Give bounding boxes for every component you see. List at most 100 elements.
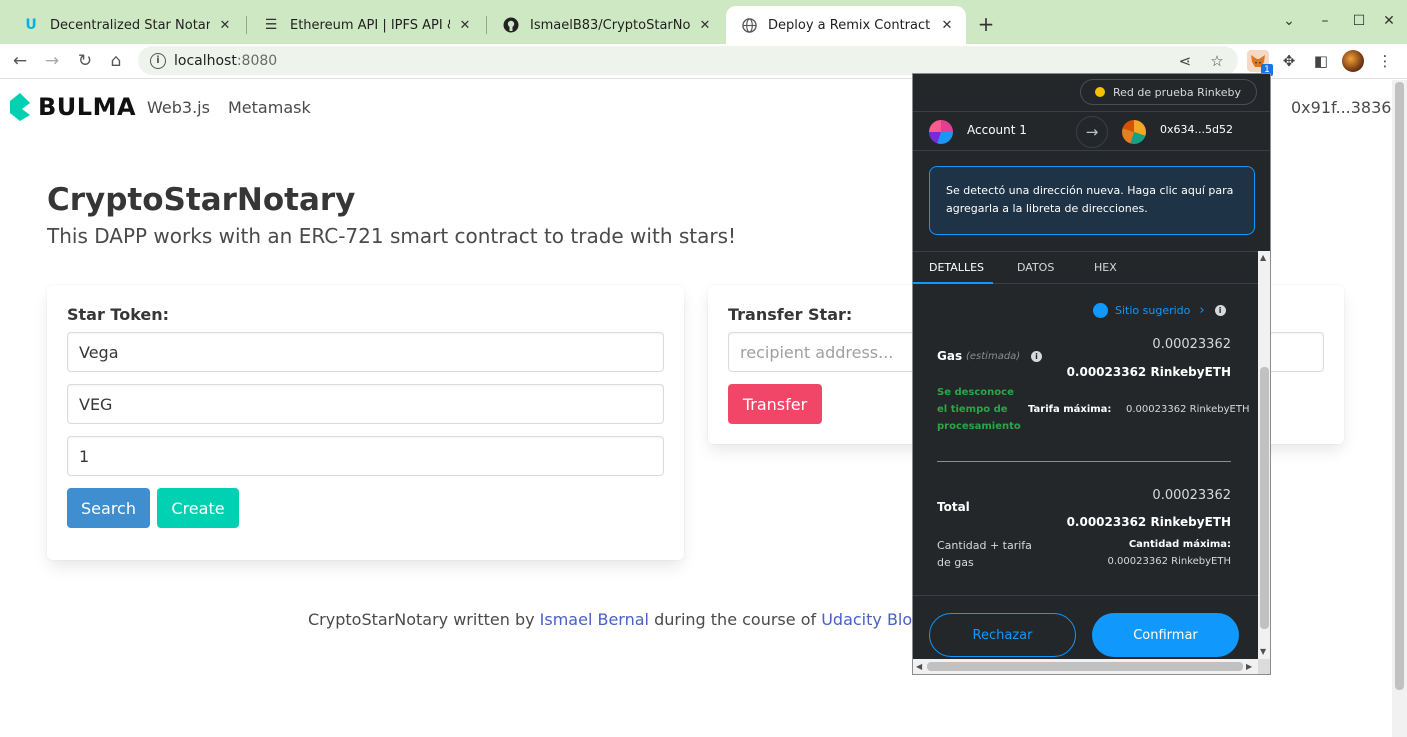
url-port: :8080 bbox=[236, 52, 278, 69]
total-value: 0.00023362 bbox=[1152, 488, 1231, 503]
account-transfer-row: Account 1 → 0x634...5d52 bbox=[913, 111, 1270, 151]
udacity-icon: U bbox=[25, 17, 37, 33]
gas-estimated-label: (estimada) bbox=[966, 351, 1021, 362]
transfer-star-label: Transfer Star: bbox=[728, 305, 853, 324]
site-info-icon[interactable]: i bbox=[150, 52, 166, 69]
processing-time-line-1: Se desconoce bbox=[937, 387, 1014, 398]
globe-icon bbox=[1093, 303, 1108, 318]
close-icon[interactable]: ✕ bbox=[696, 16, 714, 34]
footer-divider bbox=[913, 595, 1258, 596]
info-icon[interactable]: i bbox=[1214, 305, 1226, 316]
popup-vertical-scrollbar[interactable]: ▲ ▼ bbox=[1258, 251, 1270, 659]
page-subtitle: This DAPP works with an ERC-721 smart co… bbox=[47, 224, 737, 248]
network-status-icon bbox=[1095, 87, 1105, 97]
new-address-notice[interactable]: Se detectó una dirección nueva. Haga cli… bbox=[929, 166, 1255, 235]
github-icon bbox=[502, 16, 520, 34]
side-panel-icon[interactable]: ◧ bbox=[1310, 50, 1332, 72]
scroll-right-icon[interactable]: ▶ bbox=[1246, 662, 1252, 671]
maximize-icon[interactable]: ☐ bbox=[1348, 10, 1370, 32]
processing-time-line-2: el tiempo de bbox=[937, 404, 1008, 415]
bulma-logo[interactable]: BULMA bbox=[10, 93, 136, 121]
max-fee-label: Tarifa máxima: bbox=[1028, 404, 1112, 415]
tab-remix-active[interactable]: Deploy a Remix Contract ✕ bbox=[726, 6, 966, 44]
amount-plus-gas-line-2: de gas bbox=[937, 556, 974, 569]
tab-title: IsmaelB83/CryptoStarNotary: bbox=[530, 17, 690, 33]
confirmation-tabs: DETALLES DATOS HEX bbox=[913, 251, 1258, 284]
back-icon[interactable]: ← bbox=[8, 49, 32, 73]
account-address: 0x91f...3836 bbox=[1291, 98, 1392, 117]
nav-link-web3[interactable]: Web3.js bbox=[147, 98, 210, 117]
search-button[interactable]: Search bbox=[67, 488, 150, 528]
globe-icon bbox=[740, 16, 758, 34]
infura-icon: ☰ bbox=[264, 17, 278, 33]
star-token-label: Star Token: bbox=[67, 305, 170, 324]
metamask-popup: Red de prueba Rinkeby Account 1 → 0x634.… bbox=[912, 73, 1271, 675]
new-tab-icon[interactable]: + bbox=[974, 12, 998, 36]
to-account-address[interactable]: 0x634...5d52 bbox=[1160, 123, 1233, 136]
tab-title: Ethereum API | IPFS API & Gat bbox=[290, 17, 450, 33]
minimize-icon[interactable]: – bbox=[1314, 10, 1336, 32]
transfer-button[interactable]: Transfer bbox=[728, 384, 822, 424]
network-name: Red de prueba Rinkeby bbox=[1113, 85, 1242, 99]
tab-details[interactable]: DETALLES bbox=[929, 261, 984, 274]
close-icon[interactable]: ✕ bbox=[216, 16, 234, 34]
scrollbar-corner bbox=[1258, 659, 1270, 674]
max-amount-label: Cantidad máxima: bbox=[1128, 539, 1231, 550]
page-scrollbar[interactable] bbox=[1392, 80, 1407, 737]
scroll-down-icon[interactable]: ▼ bbox=[1260, 647, 1266, 656]
popup-vertical-scrollbar-thumb[interactable] bbox=[1260, 367, 1269, 629]
share-icon[interactable]: ⋖ bbox=[1174, 50, 1196, 72]
home-icon[interactable]: ⌂ bbox=[104, 49, 128, 73]
footer-prefix: CryptoStarNotary written by bbox=[308, 610, 540, 629]
address-bar[interactable]: i localhost:8080 bbox=[138, 46, 1238, 75]
chevron-right-icon: › bbox=[1199, 303, 1205, 318]
window-close-icon[interactable]: ✕ bbox=[1378, 10, 1400, 32]
close-icon[interactable]: ✕ bbox=[938, 16, 956, 34]
tab-search-icon[interactable]: ⌄ bbox=[1278, 10, 1300, 32]
tab-star-notary[interactable]: U Decentralized Star Notary Ser ✕ bbox=[8, 6, 244, 44]
max-amount-value: 0.00023362 RinkebyETH bbox=[1107, 556, 1231, 567]
page-scrollbar-thumb[interactable] bbox=[1395, 82, 1404, 690]
bookmark-star-icon[interactable]: ☆ bbox=[1206, 50, 1228, 72]
scroll-up-icon[interactable]: ▲ bbox=[1260, 253, 1266, 262]
total-label: Total bbox=[937, 500, 970, 514]
brand-name: BULMA bbox=[38, 93, 137, 121]
metamask-extension-icon[interactable]: 1 bbox=[1247, 50, 1273, 76]
extensions-puzzle-icon[interactable]: ✥ bbox=[1278, 50, 1300, 72]
confirm-button[interactable]: Confirmar bbox=[1092, 613, 1239, 657]
tab-title: Decentralized Star Notary Ser bbox=[50, 17, 210, 33]
footer-author-link[interactable]: Ismael Bernal bbox=[540, 610, 649, 629]
tab-infura[interactable]: ☰ Ethereum API | IPFS API & Gat ✕ bbox=[248, 6, 484, 44]
star-token-card: Star Token: Vega VEG 1 Search Create bbox=[47, 285, 684, 560]
reject-button[interactable]: Rechazar bbox=[929, 613, 1076, 657]
star-name-input[interactable]: Vega bbox=[67, 332, 664, 372]
tab-github[interactable]: IsmaelB83/CryptoStarNotary: ✕ bbox=[488, 6, 724, 44]
popup-horizontal-scrollbar[interactable]: ◀ ▶ bbox=[913, 659, 1258, 674]
active-tab-indicator bbox=[913, 282, 993, 284]
forward-icon[interactable]: → bbox=[40, 49, 64, 73]
popup-horizontal-scrollbar-thumb[interactable] bbox=[927, 662, 1243, 671]
tab-hex[interactable]: HEX bbox=[1094, 261, 1117, 274]
arrow-right-icon: → bbox=[1076, 116, 1108, 148]
tab-data[interactable]: DATOS bbox=[1017, 261, 1054, 274]
kebab-menu-icon[interactable]: ⋮ bbox=[1374, 50, 1396, 72]
to-account-avatar bbox=[1122, 120, 1146, 144]
profile-avatar[interactable] bbox=[1342, 50, 1364, 72]
star-id-input[interactable]: 1 bbox=[67, 436, 664, 476]
nav-link-metamask[interactable]: Metamask bbox=[228, 98, 311, 117]
create-button[interactable]: Create bbox=[157, 488, 239, 528]
suggested-site-link[interactable]: Sitio sugerido › i bbox=[1093, 303, 1226, 318]
gas-info-icon[interactable]: i bbox=[1031, 351, 1042, 362]
gas-value: 0.00023362 bbox=[1152, 337, 1231, 352]
amount-plus-gas-line-1: Cantidad + tarifa bbox=[937, 539, 1032, 552]
network-selector[interactable]: Red de prueba Rinkeby bbox=[1080, 79, 1257, 105]
tab-title: Deploy a Remix Contract bbox=[768, 17, 931, 33]
total-value-eth: 0.00023362 RinkebyETH bbox=[1066, 515, 1231, 529]
bulma-logo-icon bbox=[10, 93, 30, 121]
scroll-left-icon[interactable]: ◀ bbox=[916, 662, 922, 671]
star-symbol-input[interactable]: VEG bbox=[67, 384, 664, 424]
close-icon[interactable]: ✕ bbox=[456, 16, 474, 34]
reload-icon[interactable]: ↻ bbox=[73, 49, 97, 73]
max-fee-value: 0.00023362 RinkebyETH bbox=[1126, 404, 1250, 415]
from-account-name[interactable]: Account 1 bbox=[967, 123, 1027, 137]
